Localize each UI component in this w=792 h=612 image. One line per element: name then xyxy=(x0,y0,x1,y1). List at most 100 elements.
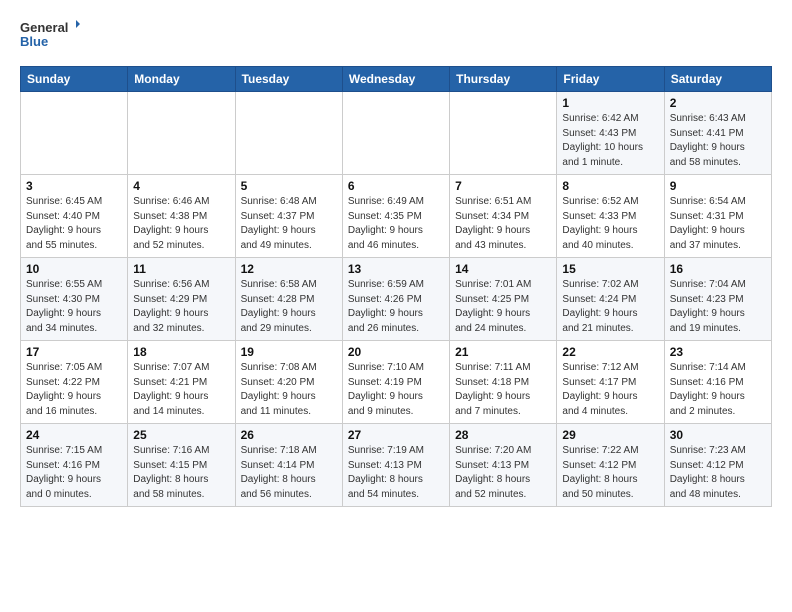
day-info: Sunrise: 6:49 AM Sunset: 4:35 PM Dayligh… xyxy=(348,195,444,253)
day-info: Sunrise: 7:19 AM Sunset: 4:13 PM Dayligh… xyxy=(348,444,444,502)
day-number: 13 xyxy=(348,262,444,276)
day-info: Sunrise: 6:56 AM Sunset: 4:29 PM Dayligh… xyxy=(133,278,229,336)
logo-svg: General Blue xyxy=(20,16,80,52)
calendar-cell-w5-d2: 25 Sunrise: 7:16 AM Sunset: 4:15 PM Dayli… xyxy=(128,424,235,507)
week-row-4: 17 Sunrise: 7:05 AM Sunset: 4:22 PM Dayli… xyxy=(21,341,772,424)
day-number: 14 xyxy=(455,262,551,276)
day-info: Sunrise: 6:51 AM Sunset: 4:34 PM Dayligh… xyxy=(455,195,551,253)
day-info: Sunrise: 6:55 AM Sunset: 4:30 PM Dayligh… xyxy=(26,278,122,336)
day-number: 5 xyxy=(241,179,337,193)
day-number: 11 xyxy=(133,262,229,276)
day-number: 6 xyxy=(348,179,444,193)
day-info: Sunrise: 7:16 AM Sunset: 4:15 PM Dayligh… xyxy=(133,444,229,502)
calendar-cell-w2-d7: 9Sunrise: 6:54 AM Sunset: 4:31 PM Daylig… xyxy=(664,175,771,258)
svg-text:Blue: Blue xyxy=(20,34,48,49)
calendar-cell-w4-d5: 21 Sunrise: 7:11 AM Sunset: 4:18 PM Dayli… xyxy=(450,341,557,424)
header-tuesday: Tuesday xyxy=(235,67,342,92)
day-number: 21 xyxy=(455,345,551,359)
header-saturday: Saturday xyxy=(664,67,771,92)
day-info: Sunrise: 7:10 AM Sunset: 4:19 PM Dayligh… xyxy=(348,361,444,419)
day-info: Sunrise: 7:07 AM Sunset: 4:21 PM Dayligh… xyxy=(133,361,229,419)
week-row-2: 3Sunrise: 6:45 AM Sunset: 4:40 PM Daylig… xyxy=(21,175,772,258)
calendar-cell-w4-d3: 19 Sunrise: 7:08 AM Sunset: 4:20 PM Dayli… xyxy=(235,341,342,424)
day-info: Sunrise: 6:59 AM Sunset: 4:26 PM Dayligh… xyxy=(348,278,444,336)
week-row-1: 1 Sunrise: 6:42 AM Sunset: 4:43 PM Daylig… xyxy=(21,92,772,175)
calendar-cell-w5-d4: 27Sunrise: 7:19 AM Sunset: 4:13 PM Dayli… xyxy=(342,424,449,507)
calendar-cell-w4-d4: 20 Sunrise: 7:10 AM Sunset: 4:19 PM Dayli… xyxy=(342,341,449,424)
day-number: 12 xyxy=(241,262,337,276)
calendar-cell-w1-d3 xyxy=(235,92,342,175)
calendar-cell-w5-d7: 30 Sunrise: 7:23 AM Sunset: 4:12 PM Dayli… xyxy=(664,424,771,507)
day-info: Sunrise: 7:14 AM Sunset: 4:16 PM Dayligh… xyxy=(670,361,766,419)
day-info: Sunrise: 6:54 AM Sunset: 4:31 PM Dayligh… xyxy=(670,195,766,253)
calendar-table: SundayMondayTuesdayWednesdayThursdayFrid… xyxy=(20,66,772,507)
calendar-cell-w4-d2: 18Sunrise: 7:07 AM Sunset: 4:21 PM Dayli… xyxy=(128,341,235,424)
header: General Blue xyxy=(20,16,772,52)
calendar-cell-w2-d5: 7 Sunrise: 6:51 AM Sunset: 4:34 PM Daylig… xyxy=(450,175,557,258)
calendar-cell-w4-d7: 23 Sunrise: 7:14 AM Sunset: 4:16 PM Dayli… xyxy=(664,341,771,424)
day-number: 20 xyxy=(348,345,444,359)
day-number: 8 xyxy=(562,179,658,193)
calendar-cell-w2-d4: 6 Sunrise: 6:49 AM Sunset: 4:35 PM Daylig… xyxy=(342,175,449,258)
day-info: Sunrise: 7:22 AM Sunset: 4:12 PM Dayligh… xyxy=(562,444,658,502)
logo: General Blue xyxy=(20,16,80,52)
header-monday: Monday xyxy=(128,67,235,92)
day-info: Sunrise: 6:46 AM Sunset: 4:38 PM Dayligh… xyxy=(133,195,229,253)
day-info: Sunrise: 6:48 AM Sunset: 4:37 PM Dayligh… xyxy=(241,195,337,253)
day-number: 1 xyxy=(562,96,658,110)
calendar-cell-w3-d5: 14Sunrise: 7:01 AM Sunset: 4:25 PM Dayli… xyxy=(450,258,557,341)
day-info: Sunrise: 7:04 AM Sunset: 4:23 PM Dayligh… xyxy=(670,278,766,336)
calendar-cell-w2-d1: 3Sunrise: 6:45 AM Sunset: 4:40 PM Daylig… xyxy=(21,175,128,258)
calendar-cell-w1-d6: 1 Sunrise: 6:42 AM Sunset: 4:43 PM Daylig… xyxy=(557,92,664,175)
calendar-cell-w1-d1 xyxy=(21,92,128,175)
calendar-cell-w1-d5 xyxy=(450,92,557,175)
day-info: Sunrise: 7:20 AM Sunset: 4:13 PM Dayligh… xyxy=(455,444,551,502)
calendar-cell-w3-d6: 15 Sunrise: 7:02 AM Sunset: 4:24 PM Dayli… xyxy=(557,258,664,341)
day-number: 24 xyxy=(26,428,122,442)
header-wednesday: Wednesday xyxy=(342,67,449,92)
day-info: Sunrise: 7:08 AM Sunset: 4:20 PM Dayligh… xyxy=(241,361,337,419)
day-number: 25 xyxy=(133,428,229,442)
day-info: Sunrise: 6:58 AM Sunset: 4:28 PM Dayligh… xyxy=(241,278,337,336)
day-number: 17 xyxy=(26,345,122,359)
week-row-5: 24 Sunrise: 7:15 AM Sunset: 4:16 PM Dayli… xyxy=(21,424,772,507)
day-number: 30 xyxy=(670,428,766,442)
svg-text:General: General xyxy=(20,20,68,35)
day-info: Sunrise: 6:45 AM Sunset: 4:40 PM Dayligh… xyxy=(26,195,122,253)
day-info: Sunrise: 7:05 AM Sunset: 4:22 PM Dayligh… xyxy=(26,361,122,419)
day-info: Sunrise: 6:42 AM Sunset: 4:43 PM Dayligh… xyxy=(562,112,658,170)
week-row-3: 10 Sunrise: 6:55 AM Sunset: 4:30 PM Dayli… xyxy=(21,258,772,341)
header-friday: Friday xyxy=(557,67,664,92)
day-info: Sunrise: 7:11 AM Sunset: 4:18 PM Dayligh… xyxy=(455,361,551,419)
day-info: Sunrise: 7:15 AM Sunset: 4:16 PM Dayligh… xyxy=(26,444,122,502)
day-info: Sunrise: 7:23 AM Sunset: 4:12 PM Dayligh… xyxy=(670,444,766,502)
day-info: Sunrise: 7:12 AM Sunset: 4:17 PM Dayligh… xyxy=(562,361,658,419)
day-info: Sunrise: 6:52 AM Sunset: 4:33 PM Dayligh… xyxy=(562,195,658,253)
day-info: Sunrise: 6:43 AM Sunset: 4:41 PM Dayligh… xyxy=(670,112,766,170)
day-number: 16 xyxy=(670,262,766,276)
calendar-cell-w3-d2: 11 Sunrise: 6:56 AM Sunset: 4:29 PM Dayli… xyxy=(128,258,235,341)
day-number: 19 xyxy=(241,345,337,359)
calendar-cell-w2-d2: 4Sunrise: 6:46 AM Sunset: 4:38 PM Daylig… xyxy=(128,175,235,258)
header-sunday: Sunday xyxy=(21,67,128,92)
day-info: Sunrise: 7:02 AM Sunset: 4:24 PM Dayligh… xyxy=(562,278,658,336)
calendar-cell-w3-d7: 16 Sunrise: 7:04 AM Sunset: 4:23 PM Dayli… xyxy=(664,258,771,341)
day-number: 26 xyxy=(241,428,337,442)
day-number: 7 xyxy=(455,179,551,193)
day-number: 29 xyxy=(562,428,658,442)
calendar-cell-w3-d4: 13 Sunrise: 6:59 AM Sunset: 4:26 PM Dayli… xyxy=(342,258,449,341)
calendar-cell-w2-d6: 8 Sunrise: 6:52 AM Sunset: 4:33 PM Daylig… xyxy=(557,175,664,258)
day-number: 10 xyxy=(26,262,122,276)
calendar-cell-w2-d3: 5 Sunrise: 6:48 AM Sunset: 4:37 PM Daylig… xyxy=(235,175,342,258)
calendar-cell-w1-d7: 2 Sunrise: 6:43 AM Sunset: 4:41 PM Daylig… xyxy=(664,92,771,175)
calendar-cell-w3-d3: 12 Sunrise: 6:58 AM Sunset: 4:28 PM Dayli… xyxy=(235,258,342,341)
day-info: Sunrise: 7:18 AM Sunset: 4:14 PM Dayligh… xyxy=(241,444,337,502)
calendar-cell-w1-d4 xyxy=(342,92,449,175)
day-number: 15 xyxy=(562,262,658,276)
day-number: 23 xyxy=(670,345,766,359)
calendar-cell-w5-d6: 29 Sunrise: 7:22 AM Sunset: 4:12 PM Dayli… xyxy=(557,424,664,507)
day-number: 22 xyxy=(562,345,658,359)
day-number: 2 xyxy=(670,96,766,110)
calendar-header-row: SundayMondayTuesdayWednesdayThursdayFrid… xyxy=(21,67,772,92)
page: General Blue SundayMondayTuesdayWednesda… xyxy=(0,0,792,517)
